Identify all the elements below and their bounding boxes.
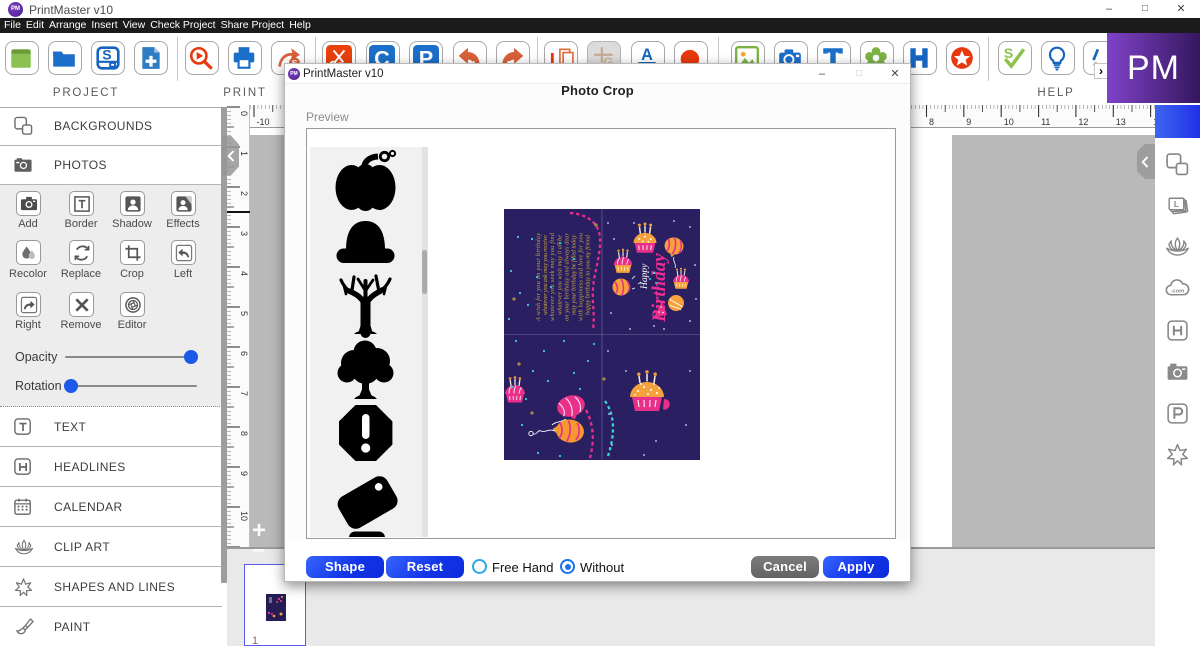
svg-text:7: 7 — [239, 391, 249, 396]
svg-text:8: 8 — [239, 431, 249, 436]
svg-text:happy birthday to you my frien: happy birthday to you my friend — [585, 234, 592, 315]
svg-text:0: 0 — [239, 111, 249, 116]
svg-text:13: 13 — [1116, 117, 1126, 127]
svg-text:11: 11 — [1041, 117, 1050, 127]
svg-text:12: 12 — [1078, 117, 1088, 127]
svg-text:whatever you seek may you find: whatever you seek may you find — [549, 232, 556, 321]
svg-text:with happiness and love for yo: with happiness and love for you — [578, 233, 585, 321]
svg-text:4: 4 — [239, 271, 249, 276]
svg-text:-10: -10 — [257, 117, 270, 127]
svg-text:9: 9 — [966, 117, 971, 127]
svg-text:3: 3 — [239, 231, 249, 236]
svg-text:.com: .com — [1171, 289, 1184, 295]
svg-text:may your birthday be filled to: may your birthday be filled today — [571, 235, 578, 315]
svg-text:S: S — [102, 46, 111, 62]
svg-text:L: L — [1174, 199, 1179, 209]
svg-text:A: A — [641, 46, 653, 64]
svg-text:1: 1 — [239, 151, 249, 156]
svg-text:2: 2 — [239, 191, 249, 196]
svg-text:whatever you ask may you recei: whatever you ask may you receive — [542, 235, 549, 315]
svg-text:10: 10 — [239, 511, 249, 521]
svg-text:9: 9 — [239, 471, 249, 476]
svg-text:S: S — [1004, 45, 1013, 61]
svg-text:10: 10 — [1004, 117, 1014, 127]
svg-text:whatever you wish may it all b: whatever you wish may it all be — [556, 235, 563, 315]
svg-text:on your birthday and always de: on your birthday and always dear — [563, 232, 570, 321]
svg-text:8: 8 — [929, 117, 934, 127]
svg-text:5: 5 — [239, 311, 249, 316]
svg-text:6: 6 — [239, 351, 249, 356]
